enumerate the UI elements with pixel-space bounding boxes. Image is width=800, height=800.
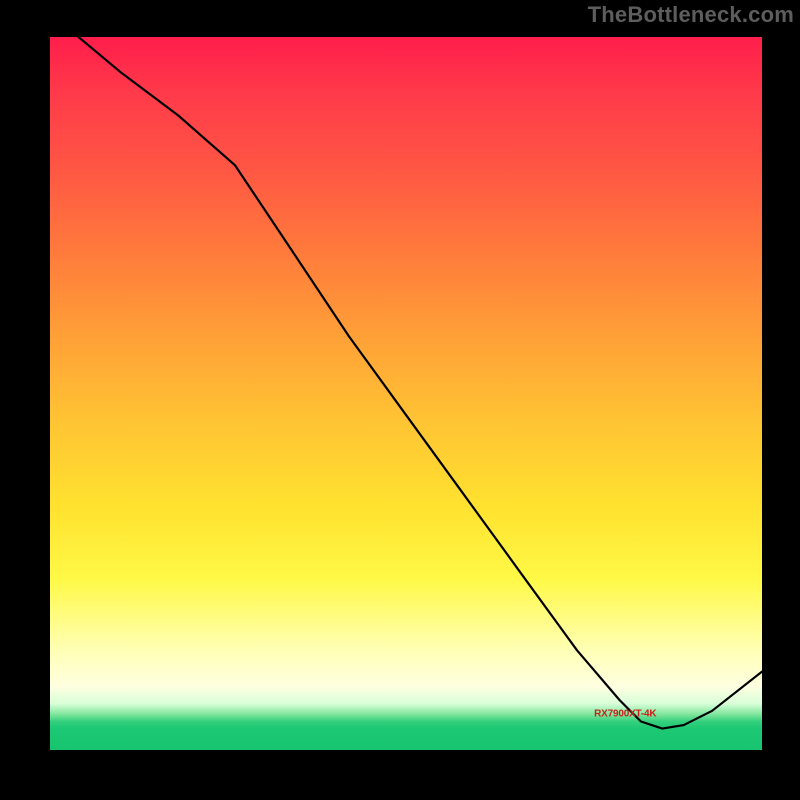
- watermark-text: TheBottleneck.com: [588, 2, 794, 28]
- bottleneck-curve: [50, 37, 762, 750]
- chart-frame: TheBottleneck.com RX7900XT-4K: [0, 0, 800, 800]
- curve-annotation: RX7900XT-4K: [594, 708, 656, 719]
- plot-area: RX7900XT-4K: [50, 37, 762, 750]
- plot-border: RX7900XT-4K: [41, 28, 771, 759]
